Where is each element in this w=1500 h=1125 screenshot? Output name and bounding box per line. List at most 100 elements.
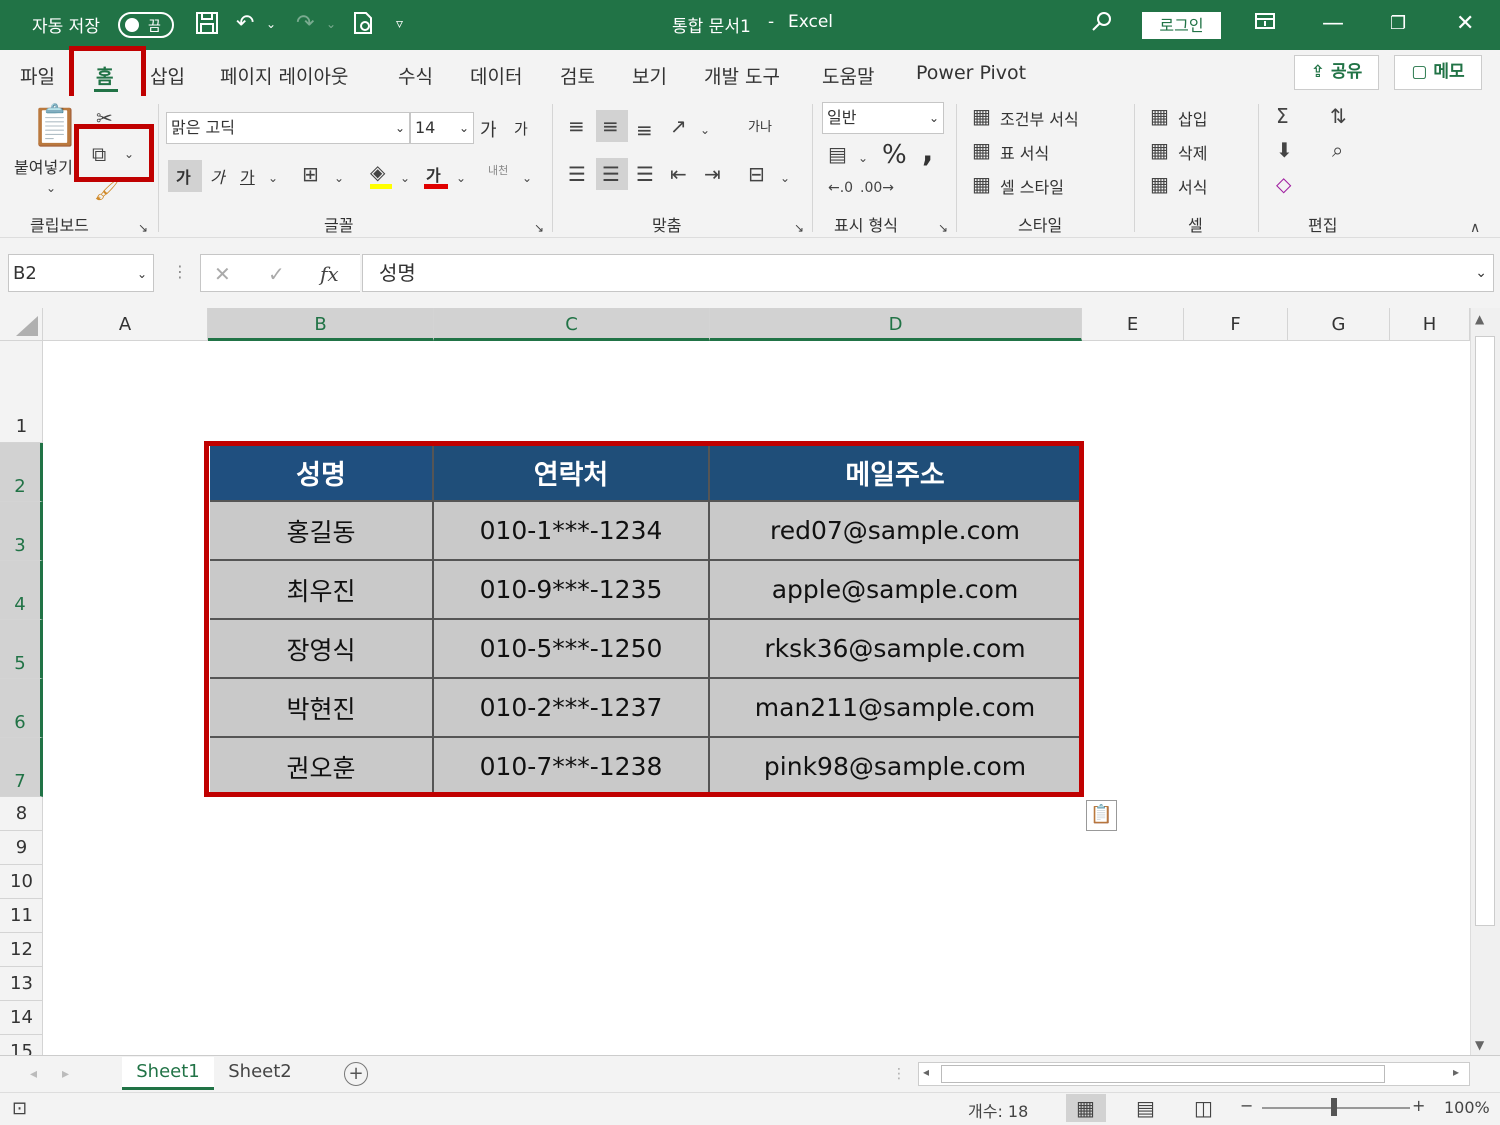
- align-left-icon[interactable]: ☰: [568, 162, 586, 186]
- shrink-font-button[interactable]: 가: [514, 118, 528, 139]
- accounting-format-icon[interactable]: ▤: [828, 142, 847, 166]
- more-options-icon[interactable]: ⋮: [172, 260, 188, 284]
- autosave-toggle[interactable]: 끔: [118, 12, 174, 38]
- row-header-11[interactable]: 11: [0, 899, 43, 933]
- sort-filter-icon[interactable]: ⇅: [1330, 104, 1347, 128]
- paste-dropdown-icon[interactable]: ⌄: [46, 176, 56, 200]
- row-header-12[interactable]: 12: [0, 933, 43, 967]
- row-header-14[interactable]: 14: [0, 1001, 43, 1035]
- macro-record-icon[interactable]: ⊡: [12, 1097, 27, 1121]
- prev-sheet-icon[interactable]: ◂: [30, 1062, 37, 1086]
- autosum-icon[interactable]: Σ: [1276, 104, 1289, 128]
- clear-icon[interactable]: ◇: [1276, 172, 1291, 196]
- zoom-out-icon[interactable]: −: [1240, 1094, 1253, 1118]
- column-header-d[interactable]: D: [710, 308, 1082, 341]
- vertical-scroll-thumb[interactable]: [1475, 336, 1495, 926]
- merge-dropdown-icon[interactable]: ⌄: [780, 166, 790, 190]
- scroll-right-icon[interactable]: ▸: [1453, 1065, 1459, 1079]
- orientation-icon[interactable]: ↗: [670, 114, 687, 138]
- zoom-level[interactable]: 100%: [1444, 1098, 1490, 1117]
- orientation-dropdown-icon[interactable]: ⌄: [700, 118, 710, 142]
- phonetic-button[interactable]: 내천: [488, 162, 508, 178]
- vertical-scrollbar[interactable]: ▲ ▼: [1470, 308, 1500, 1058]
- tab-view[interactable]: 보기: [632, 62, 667, 89]
- border-dropdown-icon[interactable]: ⌄: [334, 166, 344, 190]
- horizontal-scrollbar[interactable]: ◂ ▸: [918, 1062, 1470, 1086]
- login-button[interactable]: 로그인: [1142, 12, 1221, 39]
- merge-center-icon[interactable]: ⊟: [748, 162, 765, 186]
- insert-cells-button[interactable]: 삽입: [1178, 106, 1207, 130]
- row-header-5[interactable]: 5: [0, 620, 43, 679]
- tab-review[interactable]: 검토: [560, 62, 595, 89]
- next-sheet-icon[interactable]: ▸: [62, 1062, 69, 1086]
- page-layout-view-icon[interactable]: ▤: [1136, 1096, 1155, 1120]
- cancel-icon[interactable]: ✕: [214, 262, 231, 286]
- memo-button[interactable]: ▢ 메모: [1394, 55, 1482, 90]
- scroll-left-icon[interactable]: ◂: [923, 1065, 929, 1079]
- zoom-slider-thumb[interactable]: [1331, 1098, 1337, 1116]
- underline-dropdown-icon[interactable]: ⌄: [268, 166, 278, 190]
- fill-dropdown-icon[interactable]: ⌄: [400, 166, 410, 190]
- search-icon[interactable]: [1090, 10, 1114, 42]
- column-header-b[interactable]: B: [208, 308, 434, 341]
- column-header-a[interactable]: A: [43, 308, 208, 341]
- insert-cells-icon[interactable]: ▦: [1150, 104, 1169, 128]
- conditional-format-button[interactable]: 조건부 서식: [1000, 106, 1079, 130]
- formula-input[interactable]: 성명 ⌄: [362, 254, 1494, 292]
- format-as-table-icon[interactable]: ▦: [972, 138, 991, 162]
- paste-label[interactable]: 붙여넣기: [14, 154, 73, 178]
- italic-button[interactable]: 가: [210, 164, 225, 188]
- cell-styles-button[interactable]: 셀 스타일: [1000, 174, 1064, 198]
- font-size-select[interactable]: 14 ⌄: [410, 112, 474, 144]
- undo-icon[interactable]: ↶: [236, 10, 254, 38]
- row-header-6[interactable]: 6: [0, 679, 43, 738]
- border-icon[interactable]: ⊞: [302, 162, 319, 186]
- tab-help[interactable]: 도움말: [822, 62, 874, 89]
- tab-data[interactable]: 데이터: [470, 62, 522, 89]
- column-header-e[interactable]: E: [1082, 308, 1184, 341]
- splitter-icon[interactable]: ⋮: [892, 1062, 906, 1086]
- align-bottom-icon[interactable]: ≡: [636, 118, 653, 142]
- redo-dropdown-icon[interactable]: ⌄: [326, 10, 336, 38]
- row-header-4[interactable]: 4: [0, 561, 43, 620]
- align-top-icon[interactable]: ≡: [568, 114, 585, 138]
- row-header-9[interactable]: 9: [0, 831, 43, 865]
- decrease-decimal-icon[interactable]: .00→: [860, 176, 894, 200]
- fill-color-icon[interactable]: ◈: [370, 160, 385, 184]
- collapse-ribbon-icon[interactable]: ∧: [1470, 216, 1480, 240]
- row-header-2[interactable]: 2: [0, 443, 43, 502]
- scroll-down-icon[interactable]: ▼: [1475, 1038, 1484, 1052]
- phonetic-dropdown-icon[interactable]: ⌄: [522, 166, 532, 190]
- font-name-select[interactable]: 맑은 고딕 ⌄: [166, 112, 410, 144]
- tab-power-pivot[interactable]: Power Pivot: [916, 62, 1026, 84]
- save-icon[interactable]: [194, 10, 220, 44]
- tab-insert[interactable]: 삽입: [150, 62, 185, 89]
- tab-page-layout[interactable]: 페이지 레이아웃: [220, 62, 348, 89]
- increase-indent-icon[interactable]: ⇥: [704, 162, 721, 186]
- row-header-8[interactable]: 8: [0, 797, 43, 831]
- font-launcher-icon[interactable]: ↘: [534, 216, 544, 240]
- page-break-view-icon[interactable]: ◫: [1194, 1096, 1213, 1120]
- sheet-tab-sheet1[interactable]: Sheet1: [122, 1057, 214, 1090]
- redo-icon[interactable]: ↷: [296, 10, 314, 38]
- delete-cells-button[interactable]: 삭제: [1178, 140, 1207, 164]
- accounting-dropdown-icon[interactable]: ⌄: [858, 146, 868, 170]
- row-header-1[interactable]: 1: [0, 341, 43, 443]
- alignment-launcher-icon[interactable]: ↘: [794, 216, 804, 240]
- column-header-f[interactable]: F: [1184, 308, 1288, 341]
- row-header-10[interactable]: 10: [0, 865, 43, 899]
- zoom-in-icon[interactable]: +: [1412, 1094, 1425, 1118]
- format-as-table-button[interactable]: 표 서식: [1000, 140, 1049, 164]
- column-header-g[interactable]: G: [1288, 308, 1390, 341]
- insert-function-button[interactable]: fx: [320, 262, 339, 286]
- align-right-icon[interactable]: ☰: [636, 162, 654, 186]
- find-select-icon[interactable]: ⌕: [1332, 138, 1343, 162]
- column-header-h[interactable]: H: [1390, 308, 1470, 341]
- select-all-button[interactable]: [0, 308, 43, 341]
- name-box[interactable]: B2 ⌄: [8, 254, 154, 292]
- paste-icon[interactable]: 📋: [30, 104, 80, 148]
- tab-formulas[interactable]: 수식: [398, 62, 433, 89]
- cell-styles-icon[interactable]: ▦: [972, 172, 991, 196]
- minimize-icon[interactable]: —: [1322, 10, 1344, 38]
- add-sheet-icon[interactable]: +: [344, 1062, 368, 1086]
